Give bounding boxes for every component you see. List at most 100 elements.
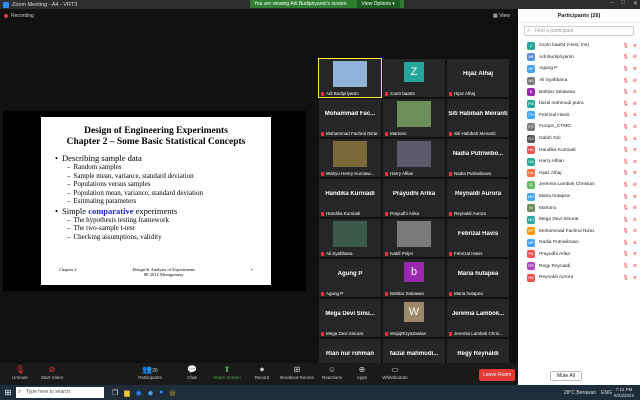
tile-name-label: Reynaldi Aurora (454, 211, 487, 216)
bullet: Describing sample data (55, 153, 271, 163)
video-tile[interactable]: Febrizal Havis Febrizal Havis (447, 219, 509, 257)
video-tile[interactable]: Zzoom baa04 (383, 59, 445, 97)
participant-avatar: HA (527, 169, 535, 178)
participant-name: Handika Kurniadi (539, 147, 576, 153)
participants-button[interactable]: 👥26 Participants (130, 365, 170, 380)
participant-row[interactable]: GS Galoh Giri 🎙 ⊘ (518, 133, 640, 145)
browser-icon[interactable]: ◉ (136, 389, 142, 397)
video-tile[interactable]: Adi Budipriyanto (318, 58, 382, 98)
participant-search-input[interactable]: Find a participant (524, 26, 634, 36)
video-tile[interactable]: Reynaldi Aurora Reynaldi Aurora (447, 179, 509, 217)
participant-row[interactable]: MD Mega Devi Sinurat 🎙 ⊘ (518, 214, 640, 226)
minimize-icon[interactable]: – (610, 0, 613, 7)
language-indicator[interactable]: ENG (601, 390, 612, 396)
participant-row[interactable]: B Bahtiar Setiawan 🎙 ⊘ (518, 86, 640, 98)
participant-row[interactable]: HK Handika Kurniadi 🎙 ⊘ (518, 144, 640, 156)
meeting-area: Recording ▦ View Design of Engineering E… (0, 9, 518, 377)
participant-row[interactable]: HA Hijaz Alhaj 🎙 ⊘ (518, 168, 640, 180)
chrome-icon[interactable]: ◎ (169, 389, 175, 397)
video-tile[interactable]: Martono (383, 99, 445, 137)
tile-display-name: Agung P (337, 271, 363, 277)
zoom-taskbar-icon[interactable]: ● (159, 389, 163, 397)
chat-button[interactable]: 💬 Chat (172, 365, 212, 380)
close-icon[interactable]: ✕ (633, 0, 638, 7)
participant-row[interactable]: HA Harry Alfian 🎙 ⊘ (518, 156, 640, 168)
video-tile[interactable]: b Bahtiar Setiawan (383, 259, 445, 297)
video-tile[interactable]: W WajiqRizyaZaelan (383, 299, 445, 337)
participant-row[interactable]: AB Adi Budipriyanto 🎙 ⊘ (518, 52, 640, 64)
participant-row[interactable]: AS Ali Syahbana 🎙 ⊘ (518, 75, 640, 87)
participant-avatar: MH (527, 192, 535, 201)
taskbar-search-input[interactable]: Type here to search (16, 387, 104, 398)
participant-avatar: AS (527, 76, 535, 85)
participant-row[interactable]: FC Furqon_CTMG 🎙 ⊘ (518, 121, 640, 133)
mic-muted-icon (449, 332, 452, 336)
view-options-button[interactable]: View Options ▾ (356, 0, 400, 8)
participant-row[interactable]: NP Nadia Putriwibowo 🎙 ⊘ (518, 237, 640, 249)
mic-muted-icon (385, 92, 388, 96)
participant-name: Jeremia Lambok Christian (539, 182, 595, 188)
video-tile[interactable]: Agung P Agung P (319, 259, 381, 297)
task-view-icon[interactable]: ❐ (112, 389, 118, 397)
sub-bullet: Populations versus samples (55, 180, 271, 189)
mic-muted-icon (321, 332, 324, 336)
store-icon[interactable]: ◆ (148, 389, 153, 397)
video-tile[interactable]: Mega Devi Sinu... Mega Devi Sinurat (319, 299, 381, 337)
participant-row[interactable]: M Martono 🎙 ⊘ (518, 202, 640, 214)
participant-status-icons: 🎙 ⊘ (622, 275, 637, 281)
tile-name-label: Ali Syahbana (326, 251, 353, 256)
view-button[interactable]: ▦ View (493, 13, 510, 19)
participant-name: Febrizal Havis (539, 112, 570, 118)
leave-room-button[interactable]: Leave Room (479, 369, 516, 381)
windows-start-icon[interactable]: ⊞ (0, 388, 16, 397)
participant-row[interactable]: MH Maria hutapea 🎙 ⊘ (518, 191, 640, 203)
mic-muted-icon (321, 292, 324, 296)
video-tile[interactable]: Ivaldi Poljer (383, 219, 445, 257)
participant-row[interactable]: Zzoom baa04 (Host, me) 🎙 ⊘ (518, 40, 640, 52)
video-off-icon: ⊘ (632, 251, 637, 258)
share-screen-button[interactable]: ⬆ Share Screen (207, 365, 247, 380)
video-tile[interactable]: Nadia Putriwibo... Nadia Putriwibowo (447, 139, 509, 177)
video-tile[interactable]: Prayudhi Arika Prayudhi Arika (383, 179, 445, 217)
mic-muted-icon (321, 92, 324, 96)
video-tile[interactable]: Hijaz Alhaj Hijaz Alhaj (447, 59, 509, 97)
video-tile[interactable]: Mohammad Fac... Mohammad Fachrul Nizar (319, 99, 381, 137)
tile-name-label: Wahyu Henry Kurniaw... (326, 171, 375, 176)
whiteboards-label: Whiteboards (382, 375, 408, 380)
participant-row[interactable]: PA Prayudhi Arika 🎙 ⊘ (518, 249, 640, 261)
participant-row[interactable]: RR Regy Reynaldi 🎙 ⊘ (518, 260, 640, 272)
maximize-icon[interactable]: □ (621, 0, 625, 7)
video-tile[interactable]: Maria hutapea Maria hutapea (447, 259, 509, 297)
weather-text[interactable]: 28°C Berawan (564, 390, 596, 396)
breakout-rooms-button[interactable]: ⊞ Breakout Rooms (277, 365, 317, 380)
video-tile[interactable]: Siti Habibah Meiranti Siti Habibah Meiran… (447, 99, 509, 137)
participant-row[interactable]: RA Reynaldi Aurora 🎙 ⊘ (518, 272, 640, 284)
whiteboards-button[interactable]: ▭ Whiteboards (375, 365, 415, 380)
video-tile[interactable]: Wahyu Henry Kurniaw... (319, 139, 381, 177)
participant-row[interactable]: MF Mohammad Fachrul Nizar 🎙 ⊘ (518, 226, 640, 238)
video-tile[interactable]: Harry Alfian (383, 139, 445, 177)
video-tile[interactable]: Handika Kurniadi Handika Kurniadi (319, 179, 381, 217)
taskbar-apps: ❐ ▆ ◉ ◆ ● ◎ (112, 389, 176, 397)
mic-muted-icon: 🎙 (622, 54, 629, 61)
mic-muted-icon: 🎙 (622, 263, 629, 270)
participant-avatar: AP (527, 64, 535, 73)
participants-icon: 👥26 (142, 365, 158, 374)
participant-row[interactable]: JL Jeremia Lambok Christian 🎙 ⊘ (518, 179, 640, 191)
participant-row[interactable]: AP Agung P 🎙 ⊘ (518, 63, 640, 75)
video-tile[interactable]: Jeremia Lambok... Jeremia Lambok Chris... (447, 299, 509, 337)
mic-muted-icon: 🎙 (622, 181, 629, 188)
mute-all-button[interactable]: Mute All (550, 371, 582, 381)
participant-status-icons: 🎙 ⊘ (622, 263, 637, 269)
participant-avatar: FC (527, 122, 535, 131)
participant-row[interactable]: FM faizal mahmudi putra 🎙 ⊘ (518, 98, 640, 110)
record-button[interactable]: ⏺ Record (242, 365, 282, 380)
participant-status-icons: 🎙 ⊘ (622, 159, 637, 165)
video-tile[interactable]: Ali Syahbana (319, 219, 381, 257)
recording-indicator[interactable]: Recording (4, 13, 34, 19)
video-off-icon: ⊘ (632, 158, 637, 165)
folder-icon[interactable]: ▆ (124, 389, 129, 397)
participant-row[interactable]: FH Febrizal Havis 🎙 ⊘ (518, 110, 640, 122)
clock[interactable]: 7:12 PM 9/23/2022 (614, 387, 634, 398)
start-video-button[interactable]: ⊘ Start Video (32, 365, 72, 380)
